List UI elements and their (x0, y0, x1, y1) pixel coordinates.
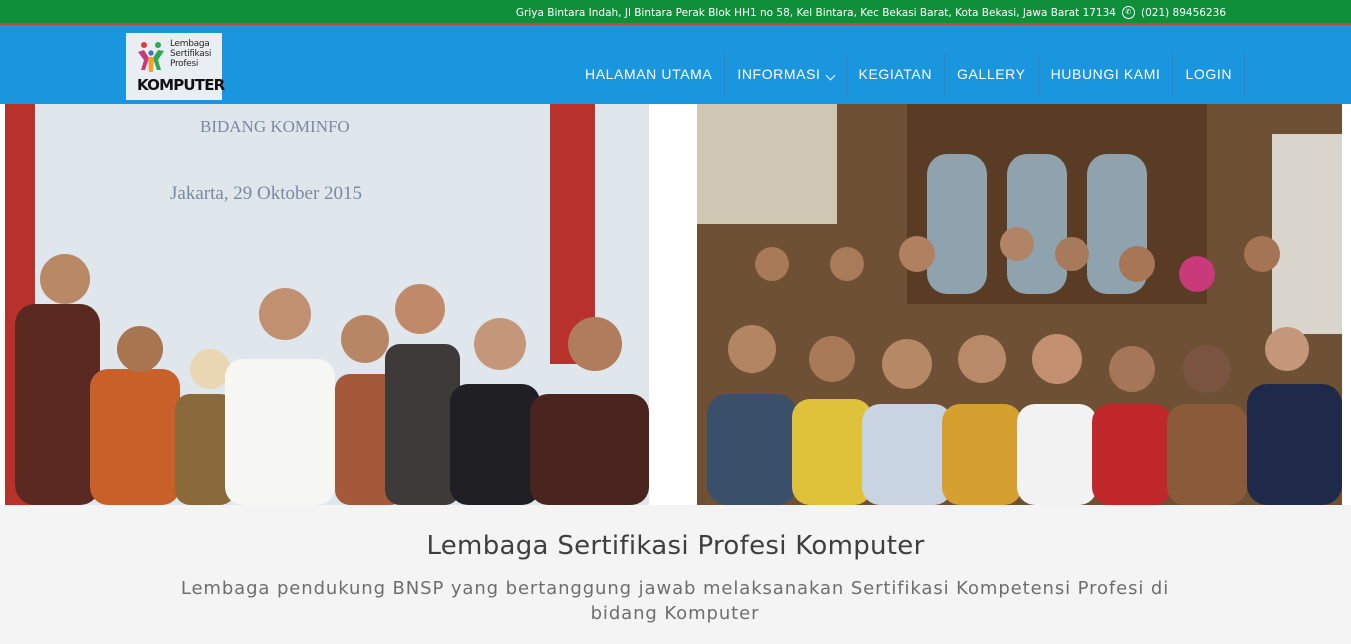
nav-item-hubungi-kami[interactable]: HUBUNGI KAMI (1039, 52, 1174, 96)
hero-slider: BIDANG KOMINFO Jakarta, 29 Oktober 2015 (0, 104, 1351, 505)
nav-label: LOGIN (1185, 66, 1233, 82)
group-photo-left-art: BIDANG KOMINFO Jakarta, 29 Oktober 2015 (5, 104, 649, 505)
top-contact-bar: Griya Bintara Indah, Jl Bintara Perak Bl… (0, 0, 1351, 25)
phone-number[interactable]: (021) 89456236 (1141, 7, 1226, 19)
nav-item-gallery[interactable]: GALLERY (945, 52, 1039, 96)
logo-line-1: Lembaga (170, 39, 210, 49)
logo-line-2: Sertifikasi (170, 49, 212, 59)
site-logo[interactable]: Lembaga Sertifikasi Profesi KOMPUTER (126, 33, 225, 100)
nav-item-informasi[interactable]: INFORMASI (725, 52, 847, 96)
address-text: Griya Bintara Indah, Jl Bintara Perak Bl… (515, 6, 1116, 19)
chevron-down-icon (825, 70, 835, 80)
banner-text-2: Jakarta, 29 Oktober 2015 (170, 183, 362, 204)
logo-line-3: Profesi (170, 59, 199, 69)
nav-menu: HALAMAN UTAMA INFORMASI KEGIATAN GALLERY… (573, 52, 1246, 96)
group-photo-right-art (697, 104, 1342, 505)
contact-info: Griya Bintara Indah, Jl Bintara Perak Bl… (516, 6, 1226, 19)
nav-item-login[interactable]: LOGIN (1173, 52, 1246, 96)
nav-label: KEGIATAN (858, 66, 933, 82)
main-navbar: Lembaga Sertifikasi Profesi KOMPUTER HAL… (0, 25, 1351, 104)
logo-figures-icon (138, 42, 164, 72)
nav-label: HALAMAN UTAMA (585, 66, 713, 82)
phone-icon: ✆ (1121, 6, 1135, 19)
hero-title: Lembaga Sertifikasi Profesi Komputer (426, 531, 925, 561)
nav-item-halaman-utama[interactable]: HALAMAN UTAMA (573, 52, 726, 96)
group-photo-left: BIDANG KOMINFO Jakarta, 29 Oktober 2015 (5, 104, 649, 505)
nav-label: HUBUNGI KAMI (1050, 66, 1161, 82)
hero-description: Lembaga pendukung BNSP yang bertanggung … (180, 578, 1170, 624)
hero-caption: Lembaga Sertifikasi Profesi Komputer Lem… (0, 505, 1351, 644)
banner-text-1: BIDANG KOMINFO (200, 117, 350, 136)
logo-line-4: KOMPUTER (137, 76, 225, 94)
group-photo-right (697, 104, 1342, 505)
nav-label: GALLERY (957, 66, 1026, 82)
nav-item-kegiatan[interactable]: KEGIATAN (847, 52, 946, 96)
nav-label: INFORMASI (737, 66, 821, 82)
